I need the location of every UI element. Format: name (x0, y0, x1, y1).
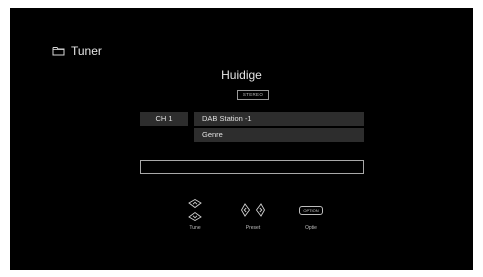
preset-control[interactable]: Preset (228, 196, 278, 231)
station-name-row: DAB Station -1 (194, 112, 364, 126)
preset-label: Preset (245, 225, 261, 231)
option-button-icon: OPTION (299, 205, 323, 215)
tune-label: Tune (189, 225, 201, 231)
tuner-header: Tuner (52, 44, 102, 58)
tuner-title: Tuner (71, 44, 102, 58)
genre-row: Genre (194, 128, 364, 142)
option-control[interactable]: OPTION Optie (286, 196, 336, 231)
stereo-badge: STEREO (237, 90, 269, 100)
tuner-screen: Tuner Huidige STEREO CH 1 DAB Station -1… (10, 8, 473, 270)
left-right-arrows-icon (228, 196, 278, 224)
tune-control[interactable]: Tune (170, 196, 220, 231)
folder-icon (52, 46, 65, 56)
option-label: Optie (305, 225, 317, 231)
up-down-arrows-icon (170, 196, 220, 224)
channel-badge: CH 1 (140, 112, 188, 126)
text-info-bar (140, 160, 364, 174)
station-title: Huidige (221, 68, 262, 82)
